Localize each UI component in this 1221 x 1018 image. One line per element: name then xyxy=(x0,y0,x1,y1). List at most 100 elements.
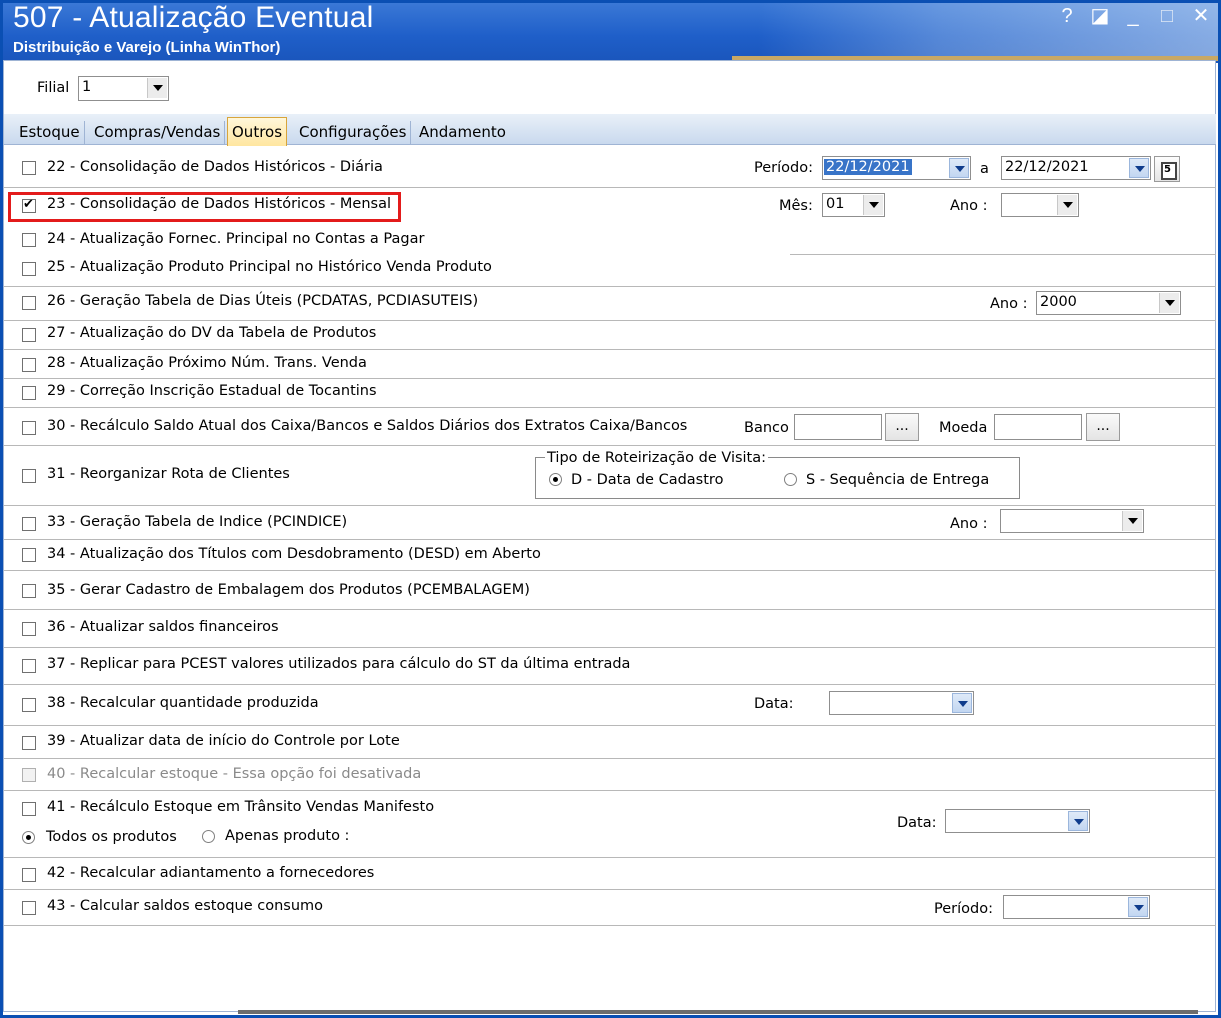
periodo-separator: a xyxy=(980,161,989,177)
radio-todos-produtos[interactable] xyxy=(22,831,35,844)
chevron-down-icon[interactable] xyxy=(1129,158,1149,178)
chevron-down-icon[interactable] xyxy=(952,693,972,713)
checkbox-opt-24[interactable] xyxy=(22,233,36,247)
tab-compras-vendas[interactable]: Compras/Vendas xyxy=(90,121,226,145)
radio-data-cadastro[interactable] xyxy=(549,473,562,486)
tab-andamento[interactable]: Andamento xyxy=(415,121,510,145)
chevron-down-icon[interactable] xyxy=(147,78,167,98)
banco-browse-button[interactable]: ... xyxy=(885,413,919,441)
row-divider xyxy=(4,407,1216,408)
calendar-icon[interactable] xyxy=(1154,156,1180,182)
chevron-down-icon[interactable] xyxy=(863,195,883,215)
row-divider xyxy=(4,790,1216,791)
radio-data-cadastro-label: D - Data de Cadastro xyxy=(571,472,724,488)
row-divider xyxy=(4,570,1216,571)
chevron-down-icon[interactable] xyxy=(1128,897,1148,917)
periodo-43-select[interactable] xyxy=(1003,895,1150,919)
checkbox-opt-28[interactable] xyxy=(22,358,36,372)
option-42-label: 42 - Recalcular adiantamento a fornecedo… xyxy=(47,865,375,881)
row-divider xyxy=(4,647,1216,648)
checkbox-opt-29[interactable] xyxy=(22,386,36,400)
checkbox-opt-35[interactable] xyxy=(22,584,36,598)
row-divider xyxy=(4,286,1216,287)
checkbox-opt-41[interactable] xyxy=(22,802,36,816)
data-41-label: Data: xyxy=(897,815,937,831)
checkbox-opt-36[interactable] xyxy=(22,622,36,636)
row-divider xyxy=(4,857,1216,858)
option-25-label: 25 - Atualização Produto Principal no Hi… xyxy=(47,259,492,275)
periodo-label: Período: xyxy=(754,160,813,176)
checkbox-opt-22[interactable] xyxy=(22,161,36,175)
row-divider xyxy=(4,505,1216,506)
moeda-label: Moeda xyxy=(939,420,988,436)
ano-33-select[interactable] xyxy=(1000,509,1144,533)
option-26-label: 26 - Geração Tabela de Dias Úteis (PCDAT… xyxy=(47,293,479,309)
checkbox-opt-30[interactable] xyxy=(22,421,36,435)
radio-sequencia-entrega[interactable] xyxy=(784,473,797,486)
restore-button[interactable]: ◪ xyxy=(1086,3,1114,31)
checkbox-opt-38[interactable] xyxy=(22,698,36,712)
row-divider xyxy=(4,187,1216,188)
checkbox-opt-26[interactable] xyxy=(22,296,36,310)
option-36-label: 36 - Atualizar saldos financeiros xyxy=(47,619,279,635)
row-divider xyxy=(4,320,1216,321)
ano-23-select[interactable] xyxy=(1001,193,1079,217)
checkbox-opt-25[interactable] xyxy=(22,262,36,276)
maximize-button[interactable]: □ xyxy=(1153,3,1181,31)
ano-26-select[interactable]: 2000 xyxy=(1036,291,1181,315)
option-33-label: 33 - Geração Tabela de Indice (PCINDICE) xyxy=(47,514,348,530)
option-30-label: 30 - Recálculo Saldo Atual dos Caixa/Ban… xyxy=(47,418,688,434)
close-button[interactable]: ✕ xyxy=(1187,3,1215,31)
chevron-down-icon[interactable] xyxy=(1122,511,1142,531)
row-divider xyxy=(4,349,1216,350)
row-divider xyxy=(4,725,1216,726)
data-38-select[interactable] xyxy=(829,691,974,715)
banco-input[interactable] xyxy=(794,414,882,440)
chevron-down-icon[interactable] xyxy=(949,158,969,178)
mes-select[interactable]: 01 xyxy=(822,193,885,217)
window-subtitle: Distribuição e Varejo (Linha WinThor) xyxy=(13,39,281,56)
mes-value: 01 xyxy=(826,196,845,212)
checkbox-opt-43[interactable] xyxy=(22,901,36,915)
ano-26-label: Ano : xyxy=(990,296,1028,312)
checkbox-opt-39[interactable] xyxy=(22,736,36,750)
option-28-label: 28 - Atualização Próximo Núm. Trans. Ven… xyxy=(47,355,367,371)
checkbox-opt-37[interactable] xyxy=(22,659,36,673)
moeda-browse-button[interactable]: ... xyxy=(1086,413,1120,441)
periodo-43-label: Período: xyxy=(934,901,993,917)
row-divider xyxy=(4,378,1216,379)
tab-outros[interactable]: Outros xyxy=(227,117,288,146)
periodo-from-select[interactable]: 22/12/2021 xyxy=(822,156,971,180)
checkbox-opt-42[interactable] xyxy=(22,868,36,882)
row-divider xyxy=(4,539,1216,540)
minimize-button[interactable]: _ xyxy=(1119,3,1147,31)
data-41-select[interactable] xyxy=(945,809,1090,833)
help-button[interactable]: ? xyxy=(1053,3,1081,31)
ano-33-label: Ano : xyxy=(950,516,988,532)
option-38-label: 38 - Recalcular quantidade produzida xyxy=(47,695,319,711)
tab-configuracoes[interactable]: Configurações xyxy=(295,121,412,145)
periodo-to-select[interactable]: 22/12/2021 xyxy=(1001,156,1151,180)
checkbox-opt-27[interactable] xyxy=(22,328,36,342)
checkbox-opt-34[interactable] xyxy=(22,548,36,562)
row-divider xyxy=(4,925,1216,926)
chevron-down-icon[interactable] xyxy=(1068,811,1088,831)
banco-label: Banco xyxy=(744,420,789,436)
tab-estoque[interactable]: Estoque xyxy=(15,121,85,145)
chevron-down-icon[interactable] xyxy=(1057,195,1077,215)
radio-todos-produtos-label: Todos os produtos xyxy=(46,829,177,845)
chevron-down-icon[interactable] xyxy=(1159,293,1179,313)
option-27-label: 27 - Atualização do DV da Tabela de Prod… xyxy=(47,325,377,341)
checkbox-opt-40 xyxy=(22,768,36,782)
checkbox-opt-23[interactable] xyxy=(22,197,36,213)
row-divider xyxy=(4,445,1216,446)
filial-select[interactable]: 1 xyxy=(78,76,169,101)
status-bar xyxy=(238,1010,1198,1014)
radio-apenas-produto[interactable] xyxy=(202,830,215,843)
filial-label: Filial xyxy=(37,80,70,96)
option-43-label: 43 - Calcular saldos estoque consumo xyxy=(47,898,324,914)
moeda-input[interactable] xyxy=(994,414,1082,440)
checkbox-opt-31[interactable] xyxy=(22,469,36,483)
checkbox-opt-33[interactable] xyxy=(22,517,36,531)
row-divider xyxy=(4,758,1216,759)
